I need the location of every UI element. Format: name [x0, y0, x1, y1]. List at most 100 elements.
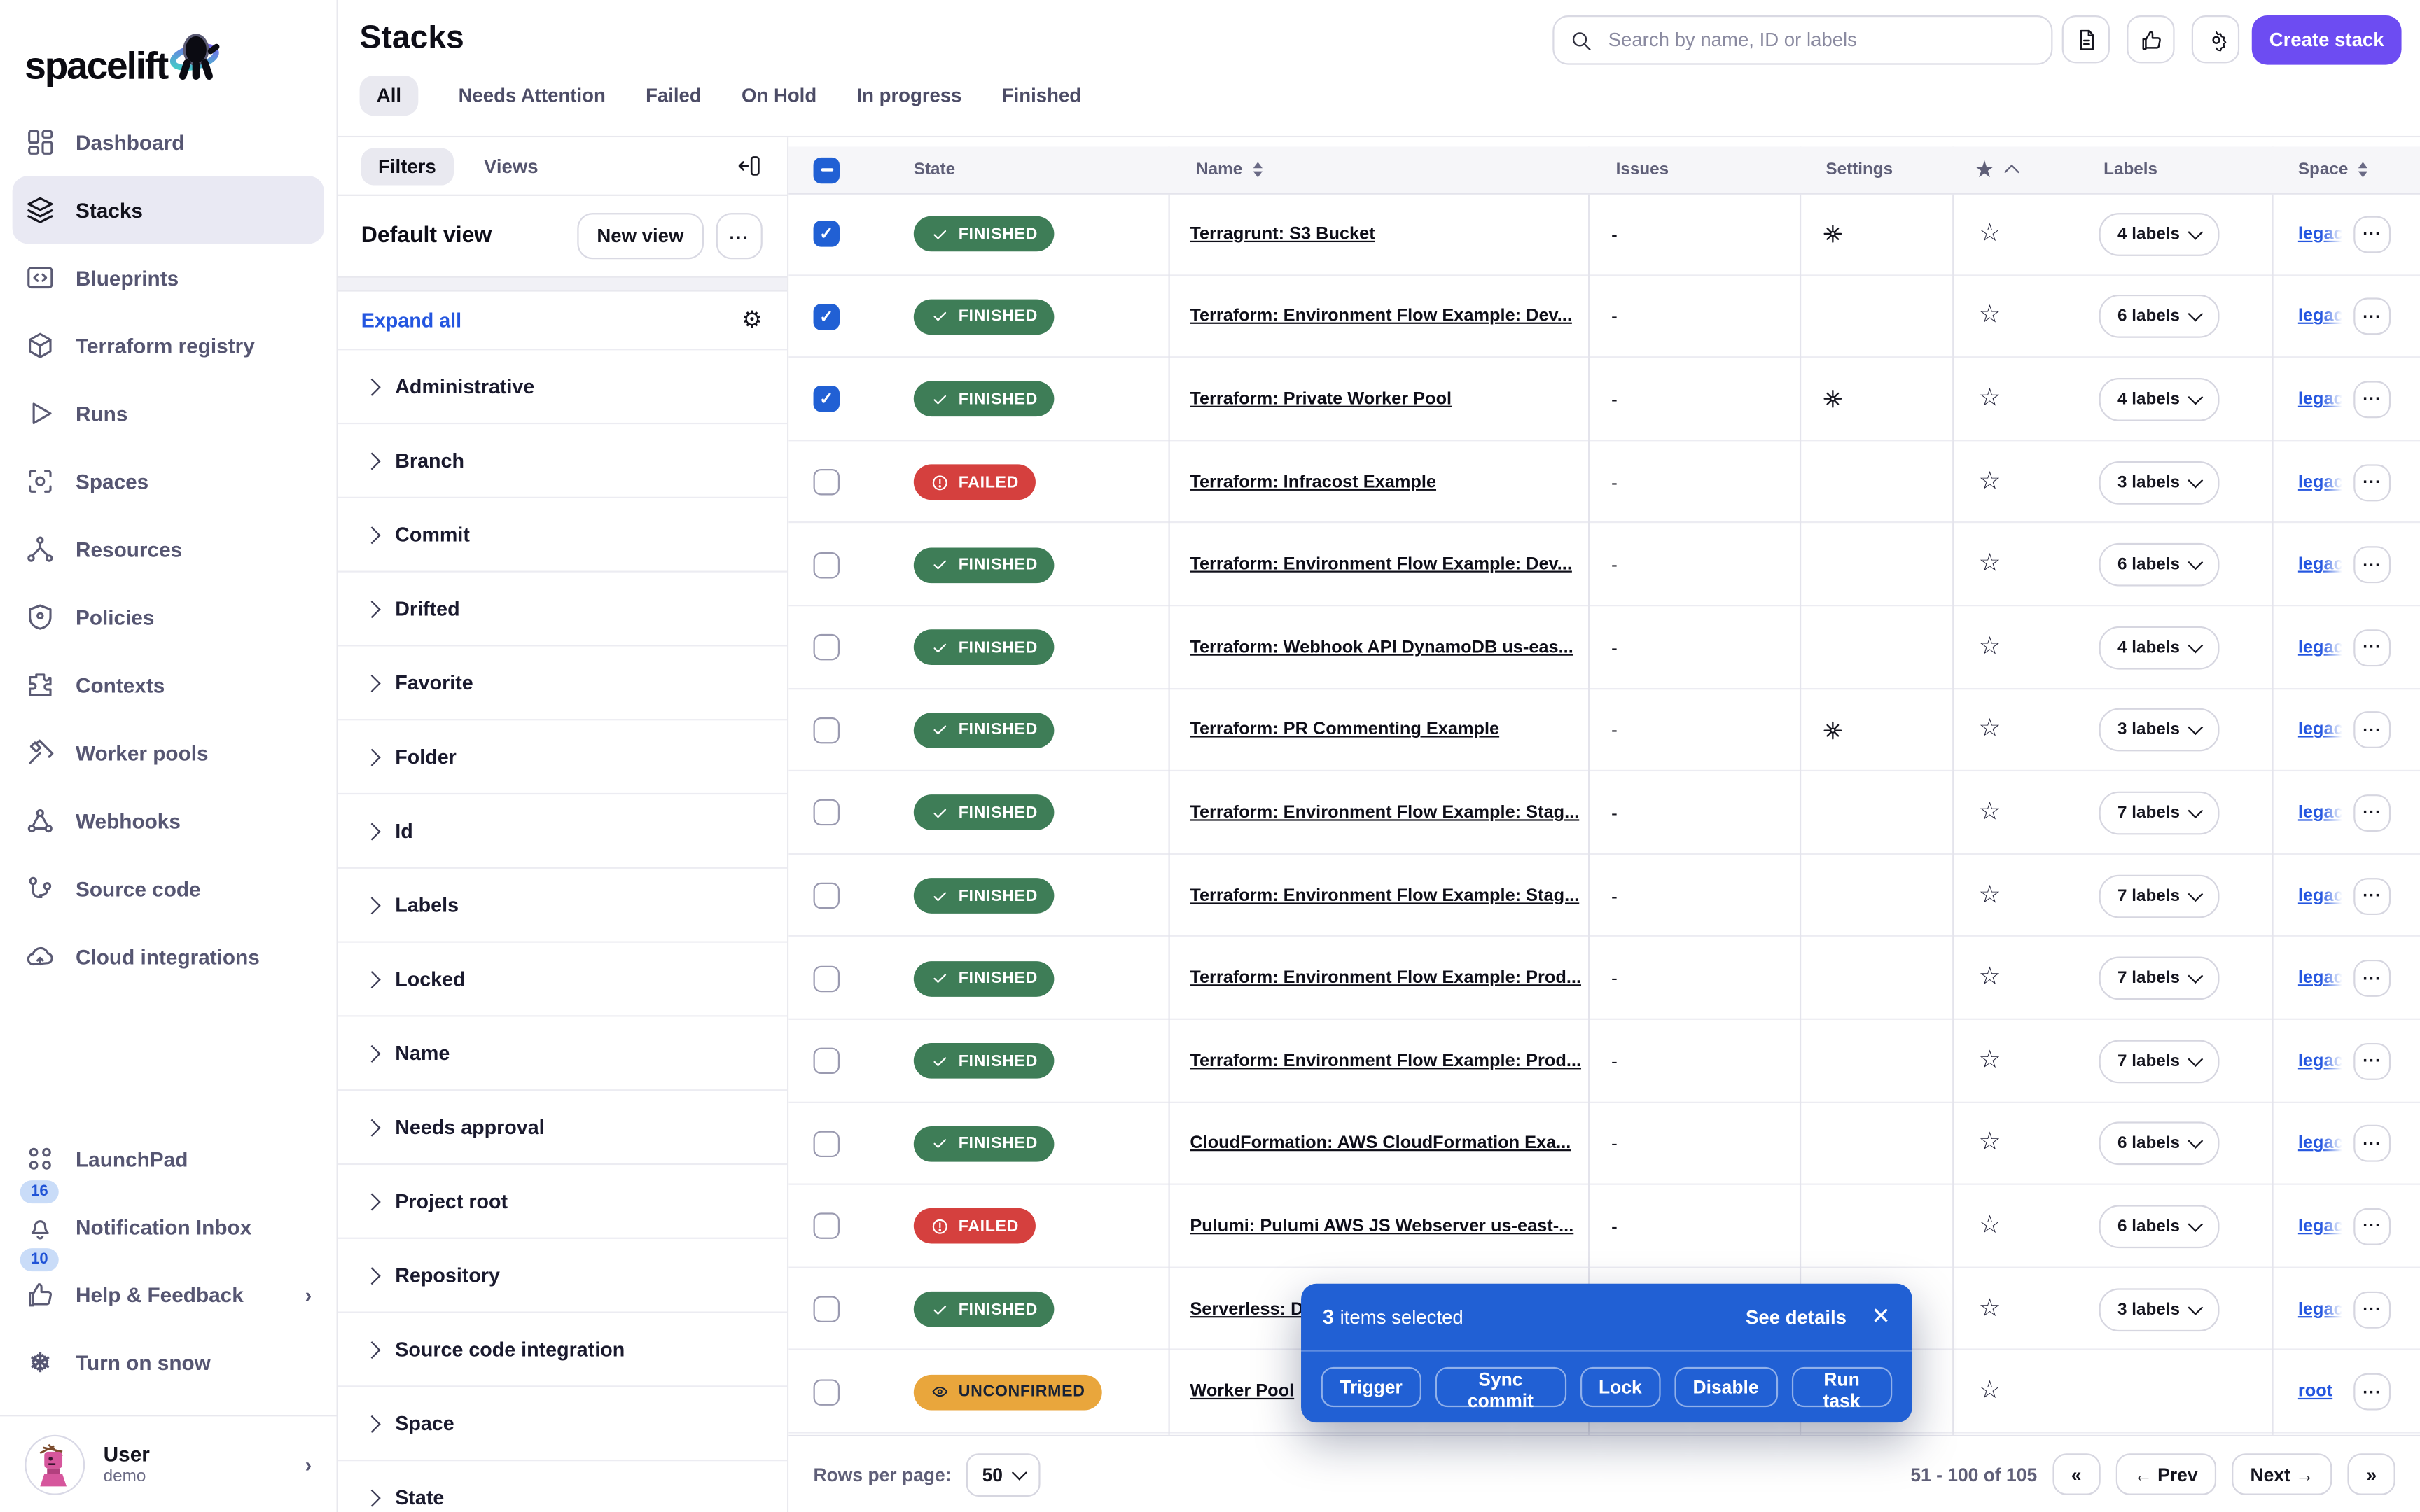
sidebar-item-spaces[interactable]: Spaces [0, 447, 336, 515]
see-details-link[interactable]: See details [1746, 1306, 1847, 1328]
sidebar-item-policies[interactable]: Policies [0, 583, 336, 651]
labels-dropdown[interactable]: 7 labels [2099, 874, 2220, 918]
row-menu-button[interactable]: ... [2353, 298, 2391, 335]
space-link[interactable]: root [2298, 1382, 2332, 1401]
user-menu[interactable]: User demo › [0, 1415, 336, 1512]
favorite-star-icon[interactable]: ☆ [1979, 1131, 2001, 1156]
sidebar-item-terraform-registry[interactable]: Terraform registry [0, 312, 336, 379]
column-header-name[interactable]: Name [1196, 146, 1263, 192]
favorite-star-icon[interactable]: ☆ [1979, 1380, 2001, 1404]
labels-dropdown[interactable]: 4 labels [2099, 213, 2220, 256]
column-header-favorite[interactable]: ★ [1975, 146, 2017, 192]
stack-name-link[interactable]: Terraform: PR Commenting Example [1190, 721, 1499, 739]
sidebar-item-help-feedback[interactable]: 10Help & Feedback› [0, 1261, 336, 1329]
filter-category-labels[interactable]: Labels [336, 867, 787, 941]
hooks-icon[interactable] [1820, 221, 1846, 247]
collapse-panel-icon[interactable] [736, 153, 762, 178]
docs-button[interactable] [2062, 15, 2110, 63]
space-link[interactable]: legac [2298, 556, 2344, 574]
feedback-button[interactable] [2127, 15, 2174, 63]
row-checkbox[interactable] [814, 883, 840, 909]
filter-category-administrative[interactable]: Administrative [336, 349, 787, 423]
stack-name-link[interactable]: Terraform: Infracost Example [1190, 473, 1436, 491]
space-link[interactable]: legac [2298, 1135, 2344, 1153]
filter-category-project-root[interactable]: Project root [336, 1163, 787, 1238]
filter-category-drifted[interactable]: Drifted [336, 571, 787, 645]
column-header-space[interactable]: Space [2298, 146, 2368, 192]
tab-on-hold[interactable]: On Hold [742, 76, 816, 115]
sidebar-item-blueprints[interactable]: Blueprints [0, 244, 336, 312]
space-link[interactable]: legac [2298, 886, 2344, 904]
space-link[interactable]: legac [2298, 721, 2344, 739]
labels-dropdown[interactable]: 6 labels [2099, 295, 2220, 339]
filter-category-id[interactable]: Id [336, 793, 787, 867]
stack-name-link[interactable]: Serverless: D [1190, 1300, 1303, 1318]
space-link[interactable]: legac [2298, 307, 2344, 326]
row-checkbox[interactable] [814, 634, 840, 660]
hooks-icon[interactable] [1820, 718, 1846, 743]
filter-category-name[interactable]: Name [336, 1015, 787, 1089]
stack-name-link[interactable]: Terraform: Environment Flow Example: Dev… [1190, 556, 1572, 574]
last-page-button[interactable]: » [2348, 1453, 2395, 1495]
row-menu-button[interactable]: ... [2353, 712, 2391, 749]
labels-dropdown[interactable]: 4 labels [2099, 378, 2220, 421]
stack-name-link[interactable]: Terraform: Private Worker Pool [1190, 391, 1452, 409]
favorite-star-icon[interactable]: ☆ [1979, 1297, 2001, 1322]
stack-name-link[interactable]: CloudFormation: AWS CloudFormation Exa..… [1190, 1135, 1571, 1153]
filter-category-commit[interactable]: Commit [336, 497, 787, 571]
row-menu-button[interactable]: ... [2353, 1291, 2391, 1328]
tab-finished[interactable]: Finished [1002, 76, 1081, 115]
lock-button[interactable]: Lock [1580, 1367, 1661, 1407]
labels-dropdown[interactable]: 3 labels [2099, 1287, 2220, 1331]
favorite-star-icon[interactable]: ☆ [1979, 304, 2001, 329]
close-icon[interactable]: ✕ [1871, 1306, 1891, 1329]
spacelift-logo[interactable]: spacelift [0, 0, 336, 96]
row-checkbox[interactable] [814, 965, 840, 991]
labels-dropdown[interactable]: 3 labels [2099, 461, 2220, 504]
labels-dropdown[interactable]: 7 labels [2099, 957, 2220, 1000]
tab-all[interactable]: All [360, 76, 419, 115]
favorite-star-icon[interactable]: ☆ [1979, 387, 2001, 412]
stack-name-link[interactable]: Terraform: Environment Flow Example: Sta… [1190, 804, 1579, 822]
space-link[interactable]: legac [2298, 638, 2344, 657]
row-checkbox[interactable] [814, 1213, 840, 1239]
row-checkbox[interactable] [814, 1130, 840, 1156]
select-all-checkbox[interactable] [814, 157, 840, 183]
sidebar-item-webhooks[interactable]: Webhooks [0, 787, 336, 855]
favorite-star-icon[interactable]: ☆ [1979, 552, 2001, 577]
sidebar-item-source-code[interactable]: Source code [0, 855, 336, 923]
labels-dropdown[interactable]: 3 labels [2099, 708, 2220, 752]
tab-failed[interactable]: Failed [646, 76, 702, 115]
new-view-button[interactable]: New view [577, 213, 704, 259]
filter-category-folder[interactable]: Folder [336, 719, 787, 793]
row-menu-button[interactable]: ... [2353, 381, 2391, 418]
row-checkbox[interactable] [814, 552, 840, 578]
expand-all-link[interactable]: Expand all [361, 309, 461, 332]
space-link[interactable]: legac [2298, 391, 2344, 409]
filter-category-source-code-integration[interactable]: Source code integration [336, 1311, 787, 1385]
stack-name-link[interactable]: Terraform: Environment Flow Example: Dev… [1190, 307, 1572, 326]
labels-dropdown[interactable]: 7 labels [2099, 1040, 2220, 1083]
labels-dropdown[interactable]: 6 labels [2099, 1122, 2220, 1166]
stack-name-link[interactable]: Pulumi: Pulumi AWS JS Webserver us-east-… [1190, 1217, 1573, 1236]
row-checkbox[interactable]: ✓ [814, 386, 840, 412]
space-link[interactable]: legac [2298, 969, 2344, 987]
sidebar-item-resources[interactable]: Resources [0, 515, 336, 583]
run-task-button[interactable]: Run task [1791, 1367, 1892, 1407]
space-link[interactable]: legac [2298, 1300, 2344, 1318]
filters-gear-icon[interactable]: ⚙ [742, 309, 763, 332]
sidebar-item-cloud-integrations[interactable]: Cloud integrations [0, 923, 336, 990]
sidebar-item-dashboard[interactable]: Dashboard [0, 108, 336, 176]
tab-needs-attention[interactable]: Needs Attention [459, 76, 606, 115]
row-menu-button[interactable]: ... [2353, 877, 2391, 914]
search-input[interactable] [1605, 28, 2036, 52]
trigger-button[interactable]: Trigger [1321, 1367, 1421, 1407]
labels-dropdown[interactable]: 6 labels [2099, 1205, 2220, 1248]
stack-name-link[interactable]: Terraform: Environment Flow Example: Pro… [1190, 969, 1581, 987]
sidebar-item-contexts[interactable]: Contexts [0, 651, 336, 719]
sync-commit-button[interactable]: Sync commit [1435, 1367, 1566, 1407]
space-link[interactable]: legac [2298, 804, 2344, 822]
space-link[interactable]: legac [2298, 473, 2344, 491]
view-options-button[interactable]: ... [716, 213, 763, 259]
row-menu-button[interactable]: ... [2353, 1208, 2391, 1245]
